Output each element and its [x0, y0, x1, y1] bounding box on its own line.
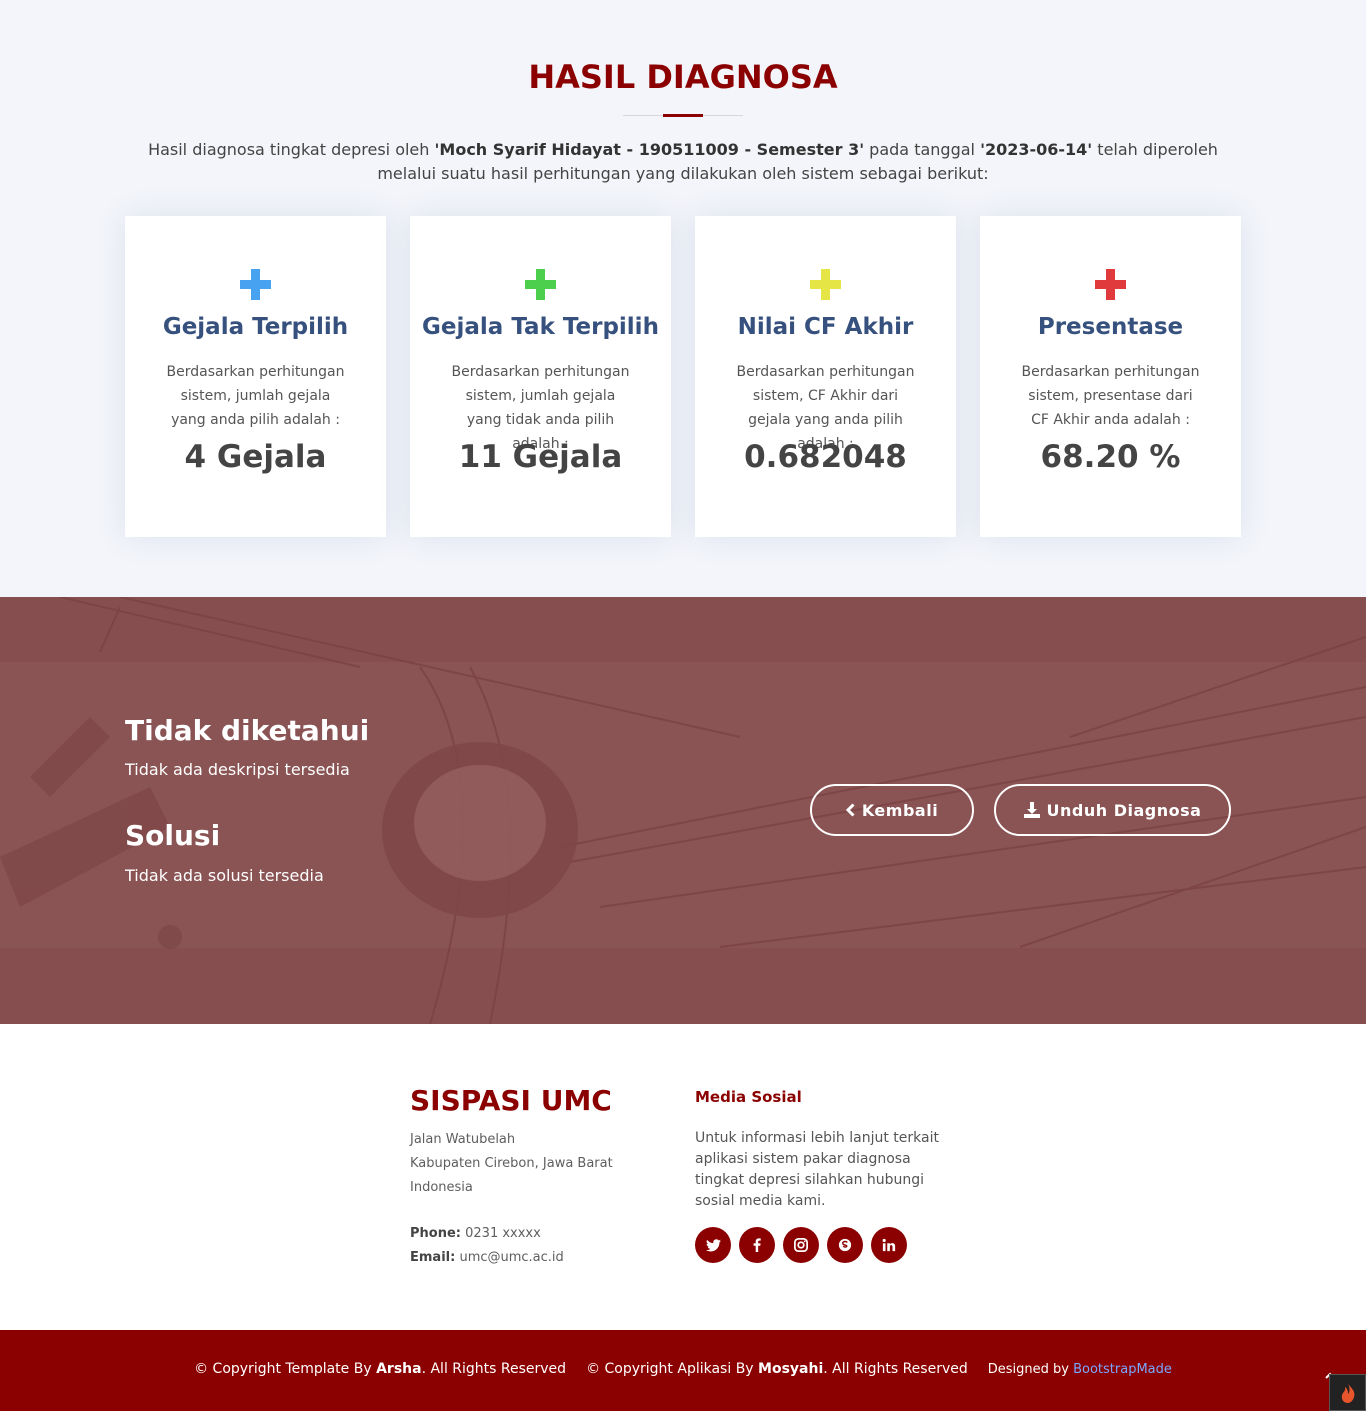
- intro-prefix: Hasil diagnosa tingkat depresi oleh: [148, 140, 435, 159]
- plus-icon: [525, 269, 556, 300]
- social-media-text: Untuk informasi lebih lanjut terkait apl…: [695, 1130, 939, 1209]
- template-copyright-prefix: © Copyright Template By: [194, 1361, 377, 1377]
- diagnosis-result-section: HASIL DIAGNOSA Hasil diagnosa tingkat de…: [0, 0, 1366, 597]
- card-title: Presentase: [1037, 314, 1184, 340]
- plus-icon: [810, 269, 841, 300]
- card-description: Berdasarkan perhitungan sistem, presenta…: [1021, 364, 1200, 428]
- result-intro: Hasil diagnosa tingkat depresi oleh 'Moc…: [120, 138, 1246, 186]
- diagnosis-detail-section: Tidak diketahui Tidak ada deskripsi ters…: [0, 597, 1366, 1024]
- back-button-label: Kembali: [861, 800, 939, 820]
- section-title: HASIL DIAGNOSA: [528, 58, 838, 96]
- solution-title: Solusi: [125, 819, 221, 852]
- debug-toolbar-toggle[interactable]: [1329, 1374, 1366, 1411]
- app-copyright-prefix: © Copyright Aplikasi By: [586, 1361, 759, 1377]
- card-value: 68.20 %: [1040, 439, 1181, 475]
- solution-text: Tidak ada solusi tersedia: [125, 866, 324, 885]
- back-button[interactable]: Kembali: [810, 784, 974, 836]
- card-unselected-symptoms: Gejala Tak Terpilih Berdasarkan perhitun…: [410, 216, 671, 537]
- card-description: Berdasarkan perhitungan sistem, jumlah g…: [166, 364, 345, 428]
- designed-by: Designed by BootstrapMade: [988, 1362, 1172, 1377]
- copyright-bar: © Copyright Template By Arsha. All Right…: [0, 1330, 1366, 1411]
- footer-brand: SISPASI UMC: [410, 1084, 612, 1117]
- download-icon: [1023, 802, 1040, 818]
- plus-icon: [1095, 269, 1126, 300]
- address-line: Kabupaten Cirebon, Jawa Barat: [410, 1156, 613, 1171]
- flame-icon: [1341, 1382, 1354, 1403]
- facebook-link[interactable]: [739, 1227, 775, 1263]
- linkedin-link[interactable]: [871, 1227, 907, 1263]
- skype-icon: [838, 1238, 852, 1252]
- download-button-label: Unduh Diagnosa: [1046, 800, 1202, 820]
- card-title: Gejala Tak Terpilih: [422, 314, 659, 340]
- card-value: 4 Gejala: [184, 439, 327, 475]
- address-line: Indonesia: [410, 1180, 473, 1195]
- email-row: Email: umc@umc.ac.id: [410, 1246, 564, 1270]
- facebook-icon: [753, 1238, 761, 1252]
- copyright-line: © Copyright Template By Arsha. All Right…: [0, 1361, 1366, 1377]
- description-title: Tidak diketahui: [125, 714, 370, 747]
- address-line: Jalan Watubelah: [410, 1132, 516, 1147]
- card-selected-symptoms: Gejala Terpilih Berdasarkan perhitungan …: [125, 216, 386, 537]
- footer-contact: Phone: 0231 xxxxx Email: umc@umc.ac.id: [410, 1222, 564, 1270]
- template-copyright-suffix: . All Rights Reserved: [421, 1361, 567, 1377]
- instagram-link[interactable]: [783, 1227, 819, 1263]
- download-diagnosis-button[interactable]: Unduh Diagnosa: [994, 784, 1231, 836]
- skype-link[interactable]: [827, 1227, 863, 1263]
- app-author: Mosyahi: [758, 1361, 824, 1377]
- diagnosis-date: '2023-06-14': [980, 140, 1093, 159]
- phone-value: 0231 xxxxx: [465, 1226, 541, 1241]
- email-value: umc@umc.ac.id: [459, 1250, 564, 1265]
- social-media-title: Media Sosial: [695, 1088, 802, 1106]
- intro-middle: pada tanggal: [864, 140, 981, 159]
- social-links: [695, 1227, 915, 1263]
- phone-label: Phone:: [410, 1226, 461, 1241]
- footer-address: Jalan Watubelah Kabupaten Cirebon, Jawa …: [410, 1128, 613, 1200]
- card-percentage: Presentase Berdasarkan perhitungan siste…: [980, 216, 1241, 537]
- footer: SISPASI UMC Jalan Watubelah Kabupaten Ci…: [0, 1024, 1366, 1330]
- title-divider-accent: [663, 114, 703, 117]
- designed-by-label: Designed by: [987, 1362, 1074, 1377]
- plus-icon: [240, 269, 271, 300]
- description-text: Tidak ada deskripsi tersedia: [125, 760, 350, 779]
- linkedin-icon: [882, 1238, 896, 1252]
- template-author: Arsha: [376, 1361, 422, 1377]
- bootstrapmade-link[interactable]: BootstrapMade: [1073, 1362, 1172, 1377]
- app-copyright-suffix: . All Rights Reserved: [823, 1361, 968, 1377]
- chevron-left-icon: [845, 803, 855, 817]
- twitter-link[interactable]: [695, 1227, 731, 1263]
- card-final-cf: Nilai CF Akhir Berdasarkan perhitungan s…: [695, 216, 956, 537]
- email-label: Email:: [410, 1250, 456, 1265]
- card-value: 0.682048: [744, 439, 907, 475]
- card-title: Gejala Terpilih: [162, 314, 349, 340]
- phone-row: Phone: 0231 xxxxx: [410, 1222, 564, 1246]
- twitter-icon: [705, 1238, 721, 1251]
- card-value: 11 Gejala: [458, 439, 623, 475]
- instagram-icon: [794, 1238, 808, 1252]
- card-title: Nilai CF Akhir: [737, 314, 914, 340]
- patient-identity: 'Moch Syarif Hidayat - 190511009 - Semes…: [434, 140, 865, 159]
